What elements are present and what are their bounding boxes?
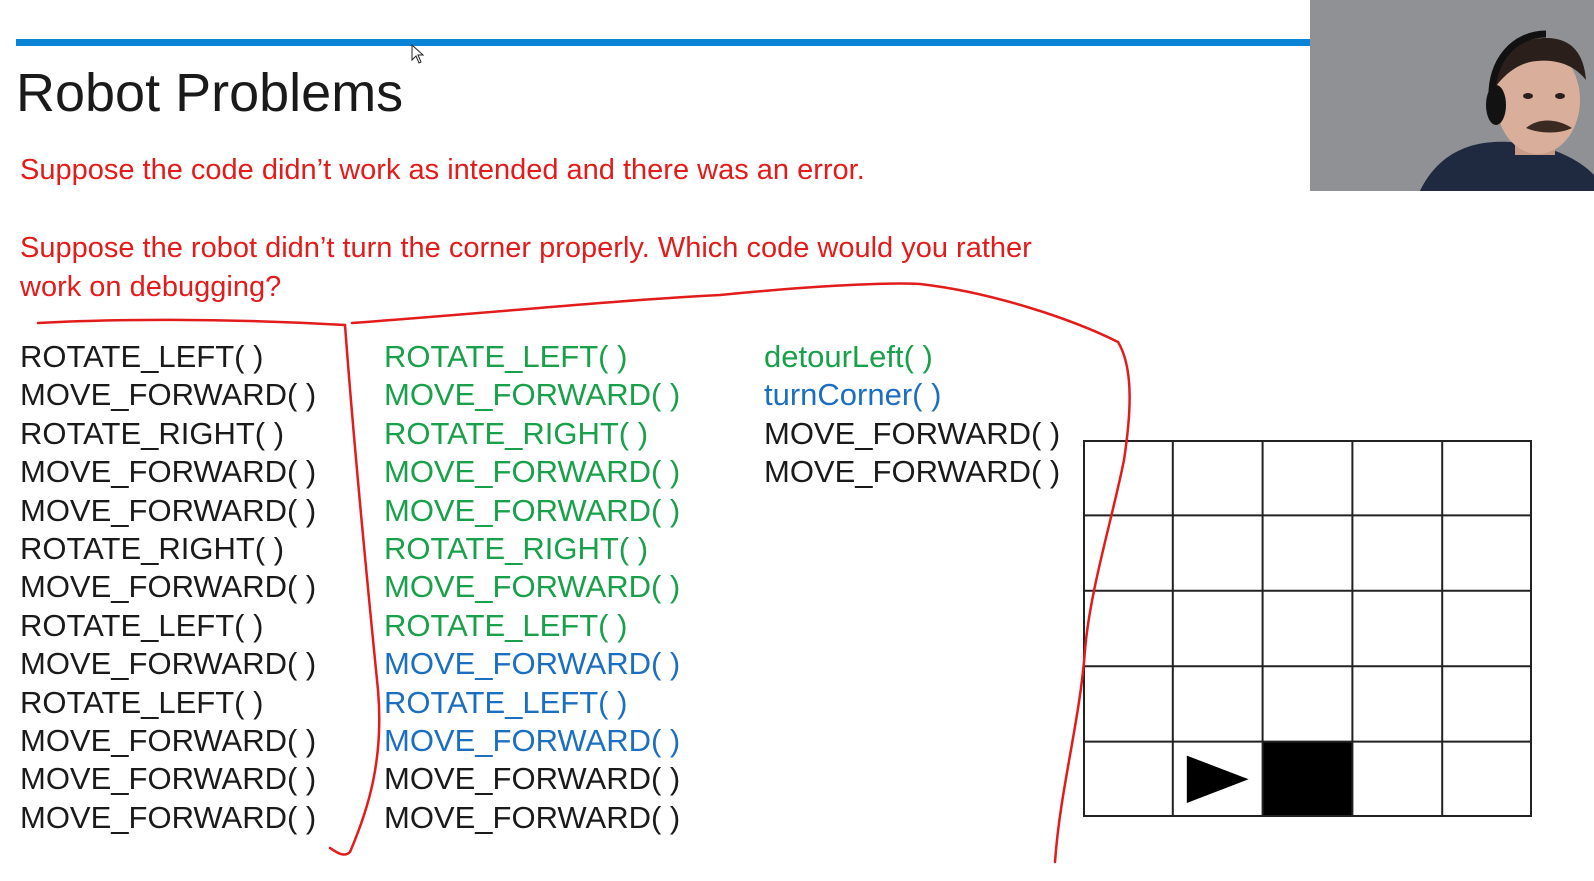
code-column-abstracted: detourLeft( ) turnCorner( ) MOVE_FORWARD…: [764, 338, 1060, 492]
annotation-bracket-left: [328, 323, 381, 856]
webcam-overlay: [1310, 0, 1594, 191]
code-line: MOVE_FORWARD( ): [384, 454, 681, 490]
code-column-primitive: ROTATE_LEFT( ) MOVE_FORWARD( ) ROTATE_RI…: [20, 338, 316, 837]
code-line: ROTATE_RIGHT( ): [20, 531, 285, 567]
code-line: MOVE_FORWARD( ): [384, 723, 681, 759]
code-line: MOVE_FORWARD( ): [20, 646, 317, 682]
code-line: detourLeft( ): [764, 339, 933, 374]
code-line: MOVE_FORWARD( ): [384, 377, 681, 413]
code-line: MOVE_FORWARD( ): [20, 377, 317, 413]
code-line: ROTATE_LEFT( ): [20, 607, 264, 643]
robot-grid: [1083, 440, 1532, 817]
mouse-pointer-icon: [411, 44, 425, 64]
slide-title: Robot Problems: [16, 63, 404, 123]
code-line: MOVE_FORWARD( ): [764, 454, 1061, 490]
code-column-highlighted: ROTATE_LEFT( ) MOVE_FORWARD( ) ROTATE_RI…: [384, 338, 680, 837]
code-line: MOVE_FORWARD( ): [384, 492, 681, 528]
code-line: MOVE_FORWARD( ): [384, 799, 681, 835]
code-line: turnCorner( ): [764, 377, 942, 413]
code-line: MOVE_FORWARD( ): [20, 723, 317, 759]
code-line: ROTATE_LEFT( ): [20, 684, 264, 720]
code-line: MOVE_FORWARD( ): [20, 492, 317, 528]
robot-triangle-icon: [1186, 755, 1249, 803]
code-line: MOVE_FORWARD( ): [764, 415, 1061, 451]
code-line: MOVE_FORWARD( ): [20, 761, 317, 797]
code-line: MOVE_FORWARD( ): [20, 569, 317, 605]
code-line: ROTATE_RIGHT( ): [384, 415, 649, 451]
code-line: MOVE_FORWARD( ): [384, 761, 681, 797]
code-line: ROTATE_LEFT( ): [20, 339, 264, 374]
code-line: ROTATE_LEFT( ): [384, 339, 628, 374]
code-line: MOVE_FORWARD( ): [20, 799, 317, 835]
code-line: ROTATE_RIGHT( ): [384, 531, 649, 567]
code-line: ROTATE_LEFT( ): [384, 684, 628, 720]
code-line: MOVE_FORWARD( ): [20, 454, 317, 490]
slide-accent-bar: [16, 39, 1332, 46]
annotation-underline-left: [36, 318, 347, 327]
code-line: ROTATE_RIGHT( ): [20, 415, 285, 451]
presenter-video: [1310, 0, 1594, 191]
code-line: MOVE_FORWARD( ): [384, 646, 681, 682]
prompt-error: Suppose the code didn’t work as intended…: [20, 154, 865, 186]
prompt-debugging: Suppose the robot didn’t turn the corner…: [20, 232, 1032, 303]
code-line: ROTATE_LEFT( ): [384, 607, 628, 643]
code-line: MOVE_FORWARD( ): [384, 569, 681, 605]
blocked-cell: [1262, 741, 1353, 817]
